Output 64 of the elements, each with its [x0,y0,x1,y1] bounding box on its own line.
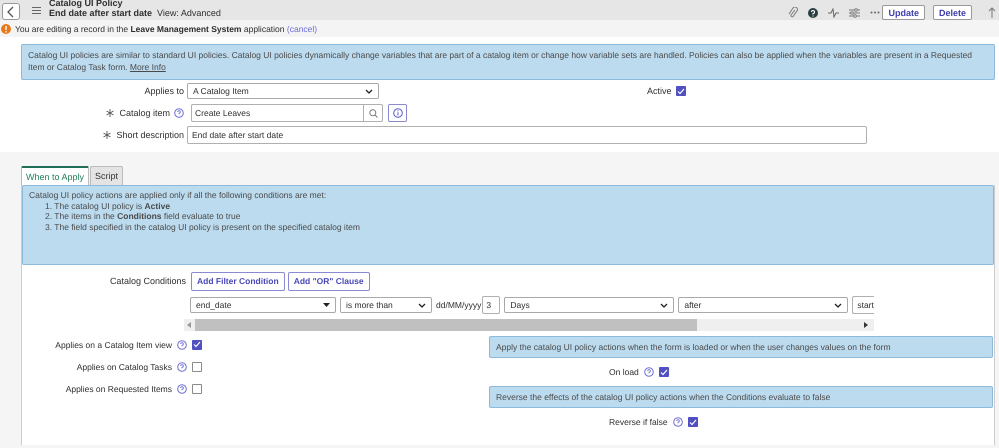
condition-button[interactable]: Add Filter Condition [191,272,285,290]
checkbox[interactable] [192,340,202,350]
more-icon[interactable] [870,11,880,14]
info-message: Catalog UI policies are similar to standard UI policies. Catalog UI policies dynamically change variables that are part of a catalog item or change how variable sets are handled. Policies can also be applied when the variables are present in a Requested Item or Catalog Task form. More Info [21,44,995,80]
back-button[interactable] [2,3,20,20]
info-button[interactable] [388,104,407,122]
more-info-link[interactable]: More Info [130,62,166,72]
checkbox-label: Reverse if false [609,417,668,427]
catalog-item-field[interactable]: Create Leaves [191,104,383,122]
paperclip-icon[interactable] [788,6,798,18]
unit-select[interactable]: Days [504,297,674,313]
field-select[interactable]: end_date [190,297,336,313]
record-name: End date after start date [49,8,152,18]
sliders-icon[interactable] [849,8,860,18]
checkbox[interactable] [688,417,698,427]
info-text: 2. The items in the Conditions field evaluate to true [44,211,242,222]
up-arrow-icon[interactable] [988,7,996,18]
applies-to-select[interactable]: A Catalog Item [187,83,379,99]
field-label: Applies to [143,86,184,96]
checkbox[interactable] [192,362,202,372]
cancel-link[interactable]: (cancel) [286,24,318,34]
option-hint: Apply the catalog UI policy actions when the form is loaded or when the user changes values on the form [489,336,993,358]
info-text: 3. The field specified in the catalog UI policy is present on the specified catalog item [44,222,361,232]
editing-notice: You are editing a record in the Leave Management System application (cancel) [15,24,318,34]
chevron-down-icon [660,302,668,308]
short-description-field[interactable]: End date after start date [187,126,867,144]
view-label: View: Advanced [157,8,221,18]
operator-select[interactable]: is more than [340,297,432,313]
checkbox-label: Applies on Requested Items [66,384,172,394]
tab[interactable]: When to Apply [21,166,90,185]
horizontal-scrollbar[interactable] [184,319,874,331]
checkbox[interactable] [192,384,202,394]
target-field[interactable]: start [852,296,874,314]
number-field[interactable]: 3 [482,296,500,314]
scroll-right-icon[interactable] [864,322,869,328]
chevron-down-icon [365,88,373,94]
chevron-down-icon [834,302,842,308]
checkbox-label: Applies on a Catalog Item view [55,340,172,350]
help-icon[interactable] [808,8,818,18]
triangle-down-icon [323,303,330,307]
checkbox-label: On load [609,367,639,377]
checkbox[interactable] [658,367,669,377]
field-label: Active [647,86,672,96]
chevron-down-icon [418,302,426,308]
direction-select[interactable]: after [678,297,848,313]
checkbox-label: Applies on Catalog Tasks [76,362,172,372]
header-button[interactable]: Update [882,5,925,20]
info-text: Catalog UI policy actions are applied only if all the following conditions are met: [29,190,328,200]
option-hint: Reverse the effects of the catalog UI policy actions when the Conditions evaluate to false [489,386,993,408]
info-text: 1. The catalog UI policy is Active [44,200,172,211]
activity-icon[interactable] [828,8,840,18]
date-format-label: dd/MM/yyyy [436,300,482,310]
field-label: Catalog Conditions [108,276,187,286]
search-icon[interactable] [368,108,378,118]
condition-button[interactable]: Add "OR" Clause [288,272,370,290]
tab[interactable]: Script [90,166,124,185]
field-label: Short description [116,130,184,140]
menu-icon[interactable] [32,6,41,14]
info-icon [392,108,402,118]
active-checkbox[interactable] [676,86,686,96]
scroll-left-icon[interactable] [187,322,192,328]
header-button[interactable]: Delete [932,5,972,20]
chevron-left-icon [7,6,15,18]
field-label: Catalog item [119,108,170,118]
